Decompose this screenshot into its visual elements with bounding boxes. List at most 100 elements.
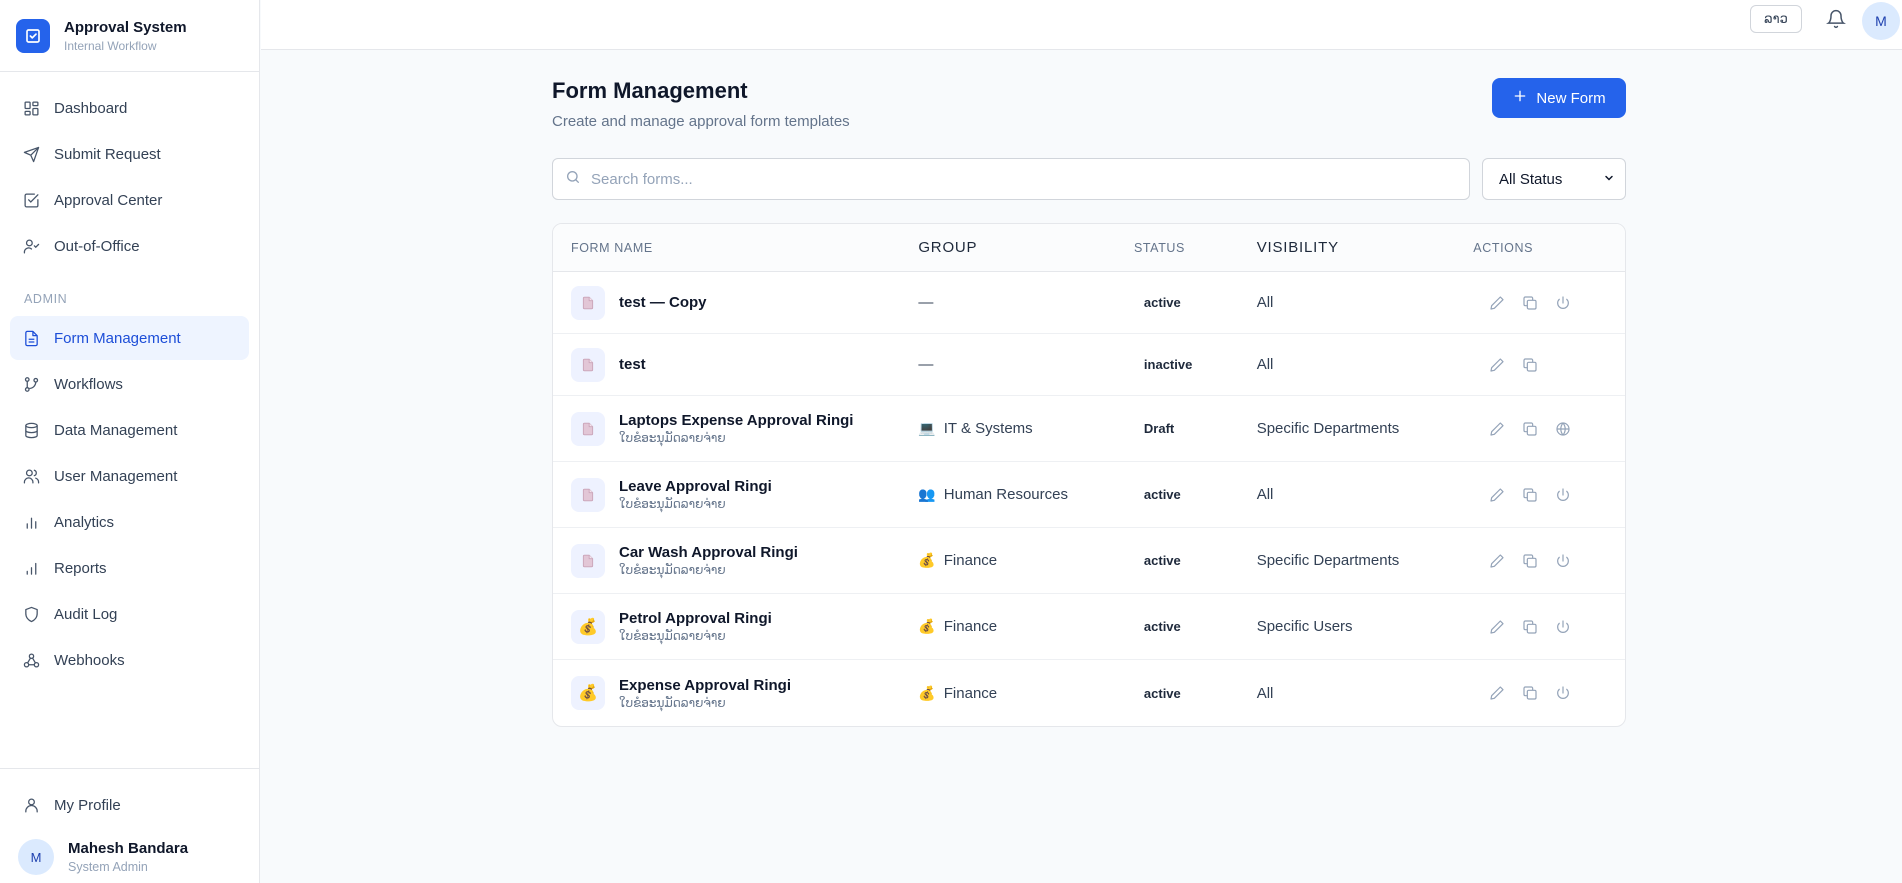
cell-actions bbox=[1469, 551, 1625, 570]
table-row: Leave Approval Ringi ໃບຂໍອະນຸມັດລາຍຈ່າຍ … bbox=[553, 462, 1625, 528]
sidebar: Approval System Internal Workflow Dashbo… bbox=[0, 0, 260, 883]
cell-form-name: 💰 Petrol Approval Ringi ໃບຂໍອະນຸມັດລາຍຈ່… bbox=[553, 609, 918, 644]
table-row: 💰 Petrol Approval Ringi ໃບຂໍອະນຸມັດລາຍຈ່… bbox=[553, 594, 1625, 660]
form-name[interactable]: test — Copy bbox=[619, 294, 707, 311]
page-subtitle: Create and manage approval form template… bbox=[552, 113, 850, 130]
users-icon bbox=[22, 467, 40, 485]
cell-actions bbox=[1469, 684, 1625, 703]
power-icon[interactable] bbox=[1553, 684, 1572, 703]
cell-group: 💰 Finance bbox=[918, 618, 1134, 635]
cell-group: — bbox=[918, 356, 1134, 373]
cell-actions bbox=[1469, 293, 1625, 312]
search-input[interactable] bbox=[591, 170, 1451, 188]
nav-item-submit-request[interactable]: Submit Request bbox=[10, 132, 249, 176]
nav-item-user-management[interactable]: User Management bbox=[10, 454, 249, 498]
cell-group: 💻 IT & Systems bbox=[918, 420, 1134, 437]
topbar: ລາວ M bbox=[261, 0, 1902, 50]
group-emoji-icon: 👥 bbox=[918, 486, 936, 502]
grid-icon bbox=[22, 99, 40, 117]
cell-group: 👥 Human Resources bbox=[918, 486, 1134, 503]
power-icon[interactable] bbox=[1553, 617, 1572, 636]
nav-item-out-of-office[interactable]: Out-of-Office bbox=[10, 224, 249, 268]
cell-group: 💰 Finance bbox=[918, 685, 1134, 702]
cell-visibility: All bbox=[1256, 684, 1274, 702]
new-form-button[interactable]: New Form bbox=[1492, 78, 1626, 118]
edit-icon[interactable] bbox=[1487, 684, 1506, 703]
form-name[interactable]: test bbox=[619, 356, 646, 373]
power-icon[interactable] bbox=[1553, 293, 1572, 312]
money-bag-icon: 💰 bbox=[571, 609, 605, 644]
table-row: 💰 Expense Approval Ringi ໃບຂໍອະນຸມັດລາຍຈ… bbox=[553, 660, 1625, 726]
power-icon[interactable] bbox=[1553, 551, 1572, 570]
edit-icon[interactable] bbox=[1487, 617, 1506, 636]
nav-item-approval-center[interactable]: Approval Center bbox=[10, 178, 249, 222]
page-title: Form Management bbox=[552, 78, 748, 103]
form-name[interactable]: Expense Approval Ringi bbox=[619, 677, 791, 694]
nav-section-admin: ADMIN bbox=[24, 292, 68, 306]
nav-item-my-profile[interactable]: My Profile bbox=[10, 783, 249, 827]
table-row: Laptops Expense Approval Ringi ໃບຂໍອະນຸມ… bbox=[553, 396, 1625, 462]
filters-bar: All Status bbox=[552, 158, 1626, 200]
globe-icon[interactable] bbox=[1553, 419, 1572, 438]
nav-item-audit-log[interactable]: Audit Log bbox=[10, 592, 249, 636]
duplicate-icon[interactable] bbox=[1520, 684, 1539, 703]
group-emoji-icon: 💻 bbox=[918, 420, 936, 436]
form-name[interactable]: Petrol Approval Ringi bbox=[619, 610, 772, 627]
power-icon[interactable] bbox=[1553, 485, 1572, 504]
form-subtitle: ໃບຂໍອະນຸມັດລາຍຈ່າຍ bbox=[619, 629, 726, 643]
nav-label: Form Management bbox=[54, 329, 181, 347]
app-logo-icon bbox=[16, 18, 50, 53]
bell-icon[interactable] bbox=[1824, 7, 1848, 31]
nav-item-workflows[interactable]: Workflows bbox=[10, 362, 249, 406]
language-switcher[interactable]: ລາວ bbox=[1750, 5, 1802, 33]
duplicate-icon[interactable] bbox=[1520, 551, 1539, 570]
nav-item-webhooks[interactable]: Webhooks bbox=[10, 638, 249, 682]
group-label: Finance bbox=[943, 618, 998, 635]
edit-icon[interactable] bbox=[1487, 485, 1506, 504]
edit-icon[interactable] bbox=[1487, 293, 1506, 312]
duplicate-icon[interactable] bbox=[1520, 485, 1539, 504]
group-emoji-icon: 💰 bbox=[918, 684, 936, 701]
nav-item-analytics[interactable]: Analytics bbox=[10, 500, 249, 544]
edit-icon[interactable] bbox=[1487, 355, 1506, 374]
duplicate-icon[interactable] bbox=[1520, 355, 1539, 374]
status-filter-value: All Status bbox=[1499, 170, 1563, 188]
col-status: STATUS bbox=[1133, 240, 1185, 255]
group-label: IT & Systems bbox=[943, 420, 1033, 437]
form-subtitle: ໃບຂໍອະນຸມັດລາຍຈ່າຍ bbox=[619, 695, 726, 710]
current-user[interactable]: M Mahesh Bandara System Admin bbox=[0, 829, 259, 883]
nav-label: Dashboard bbox=[54, 99, 128, 117]
nav-label: Approval Center bbox=[54, 191, 163, 209]
col-actions: ACTIONS bbox=[1473, 240, 1534, 255]
group-emoji-icon: 💰 bbox=[918, 552, 936, 568]
nav-item-reports[interactable]: Reports bbox=[10, 546, 249, 590]
edit-icon[interactable] bbox=[1487, 551, 1506, 570]
form-name[interactable]: Laptops Expense Approval Ringi bbox=[619, 412, 853, 429]
user-role: System Admin bbox=[68, 860, 148, 874]
document-icon bbox=[571, 477, 605, 512]
status-badge: Draft bbox=[1143, 421, 1175, 436]
table-row: Car Wash Approval Ringi ໃບຂໍອະນຸມັດລາຍຈ່… bbox=[553, 528, 1625, 594]
duplicate-icon[interactable] bbox=[1520, 617, 1539, 636]
nav-label: My Profile bbox=[54, 796, 121, 814]
form-subtitle: ໃບຂໍອະນຸມັດລາຍຈ່າຍ bbox=[619, 563, 726, 577]
file-icon bbox=[22, 329, 40, 347]
form-name[interactable]: Leave Approval Ringi bbox=[619, 478, 772, 495]
table-row: test — inactive All bbox=[553, 334, 1625, 396]
nav-item-form-management[interactable]: Form Management bbox=[10, 316, 249, 360]
edit-icon[interactable] bbox=[1487, 419, 1506, 438]
duplicate-icon[interactable] bbox=[1520, 293, 1539, 312]
money-bag-icon: 💰 bbox=[571, 676, 605, 710]
col-visibility: VISIBILITY bbox=[1256, 239, 1339, 256]
avatar[interactable]: M bbox=[1862, 2, 1900, 40]
table-header: FORM NAME GROUP STATUS VISIBILITY ACTION… bbox=[553, 224, 1625, 272]
user-name: Mahesh Bandara bbox=[68, 840, 189, 857]
status-filter-select[interactable]: All Status bbox=[1482, 158, 1626, 200]
form-name[interactable]: Car Wash Approval Ringi bbox=[619, 544, 798, 561]
nav-item-data-management[interactable]: Data Management bbox=[10, 408, 249, 452]
cell-form-name: test bbox=[553, 347, 918, 382]
col-group: GROUP bbox=[918, 239, 978, 256]
duplicate-icon[interactable] bbox=[1520, 419, 1539, 438]
nav-item-dashboard[interactable]: Dashboard bbox=[10, 86, 249, 130]
status-badge: inactive bbox=[1143, 357, 1193, 372]
